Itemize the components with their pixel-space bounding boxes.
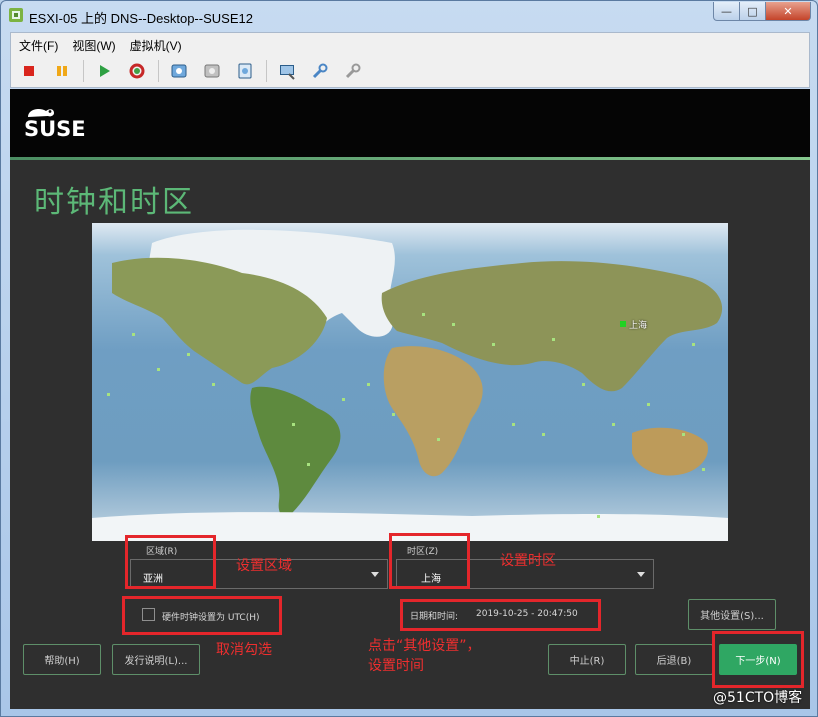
utc-highlight-box — [122, 596, 282, 635]
snapshot-revert-icon[interactable] — [200, 59, 224, 83]
region-highlight-box — [125, 535, 216, 589]
annotation-uncheck: 取消勾选 — [216, 642, 272, 658]
suse-logo: SUSE — [24, 105, 104, 145]
stop-icon[interactable] — [17, 59, 41, 83]
window-title: ESXI-05 上的 DNS--Desktop--SUSE12 — [29, 11, 253, 26]
timezone-map[interactable]: 上海 — [92, 223, 728, 541]
play-icon[interactable] — [92, 59, 116, 83]
title-bar[interactable]: ESXI-05 上的 DNS--Desktop--SUSE12 — □ ✕ — [1, 1, 818, 31]
minimize-button[interactable]: — — [713, 2, 740, 21]
settings-icon[interactable] — [308, 59, 332, 83]
page-title: 时钟和时区 — [34, 185, 194, 220]
abort-button[interactable]: 中止(R) — [548, 644, 626, 675]
help-button[interactable]: 帮助(H) — [23, 644, 101, 675]
toolbar — [17, 59, 374, 83]
annotation-set-timezone: 设置时区 — [500, 553, 556, 569]
toolbar-divider — [83, 60, 84, 82]
close-button[interactable]: ✕ — [766, 2, 811, 21]
release-notes-button[interactable]: 发行说明(L)... — [112, 644, 200, 675]
installer-banner: SUSE — [10, 89, 810, 157]
maximize-button[interactable]: □ — [740, 2, 766, 21]
selected-city-label: 上海 — [629, 321, 648, 331]
banner-divider — [10, 157, 810, 160]
chevron-down-icon — [371, 572, 379, 577]
vm-console-window: ESXI-05 上的 DNS--Desktop--SUSE12 — □ ✕ 文件… — [0, 0, 818, 717]
selected-city-marker — [620, 321, 626, 327]
watermark: @51CTO博客 — [713, 690, 803, 706]
console-icon[interactable] — [275, 59, 299, 83]
snapshot-manager-icon[interactable] — [233, 59, 257, 83]
menu-bar: 文件(F) 视图(W) 虚拟机(V) — [19, 37, 182, 54]
edit-settings-icon[interactable] — [341, 59, 365, 83]
svg-text:SUSE: SUSE — [24, 117, 86, 141]
annotation-other-settings-line1: 点击“其他设置”， — [368, 638, 481, 654]
menu-file[interactable]: 文件(F) — [19, 37, 58, 54]
pause-icon[interactable] — [50, 59, 74, 83]
other-settings-button[interactable]: 其他设置(S)... — [688, 599, 776, 630]
vmware-icon — [9, 8, 23, 22]
snapshot-icon[interactable] — [167, 59, 191, 83]
next-highlight-box — [712, 631, 804, 688]
menu-and-toolbar: 文件(F) 视图(W) 虚拟机(V) — [10, 32, 810, 88]
world-map-graphic — [92, 229, 728, 541]
toolbar-divider — [158, 60, 159, 82]
menu-vm[interactable]: 虚拟机(V) — [130, 37, 182, 54]
chevron-down-icon — [637, 572, 645, 577]
timezone-highlight-box — [389, 533, 470, 589]
menu-view[interactable]: 视图(W) — [72, 37, 115, 54]
back-button[interactable]: 后退(B) — [635, 644, 713, 675]
reset-icon[interactable] — [125, 59, 149, 83]
annotation-other-settings-line2: 设置时间 — [368, 658, 424, 674]
toolbar-divider — [266, 60, 267, 82]
datetime-highlight-box — [400, 599, 601, 631]
annotation-set-region: 设置区域 — [236, 558, 292, 574]
guest-console[interactable]: SUSE 时钟和时区 上海 亚洲 区域(R) 上海 时区(Z) 硬件时钟设置为 … — [10, 89, 810, 709]
window-controls: — □ ✕ — [713, 2, 811, 21]
